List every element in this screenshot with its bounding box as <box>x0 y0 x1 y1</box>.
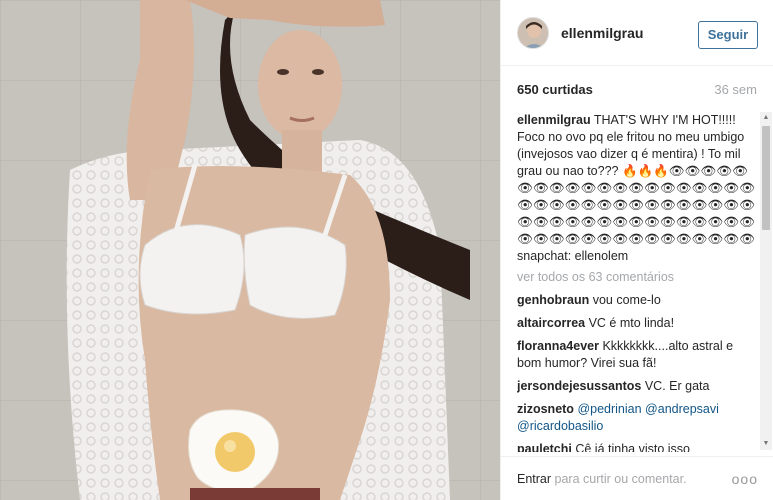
comment-item: zizosneto @pedrinian @andrepsavi @ricard… <box>517 401 757 435</box>
post-photo-illustration <box>0 0 500 500</box>
mention-link[interactable]: @ricardobasilio <box>517 419 603 433</box>
comment-text: vou come-lo <box>592 293 661 307</box>
login-prompt-text: para curtir ou comentar. <box>554 471 687 486</box>
post-footer: Entrar para curtir ou comentar. ooo <box>501 456 773 500</box>
comment-item: jersondejesussantos VC. Er gata <box>517 378 757 395</box>
avatar[interactable] <box>517 16 549 49</box>
comment-text: VC. Er gata <box>644 379 710 393</box>
comment-username[interactable]: floranna4ever <box>517 339 599 353</box>
follow-button[interactable]: Seguir <box>698 21 758 49</box>
mention-link[interactable]: @andrepsavi <box>645 402 719 416</box>
view-all-comments-link[interactable]: ver todos os 63 comentários <box>517 269 757 286</box>
comment-username[interactable]: altaircorrea <box>517 316 585 330</box>
comments-scrollbar[interactable]: ▲ ▼ <box>760 112 772 450</box>
post-time[interactable]: 36 sem <box>714 82 757 97</box>
comment-username[interactable]: pauletchi <box>517 442 572 452</box>
comment-item: genhobraun vou come-lo <box>517 292 757 309</box>
more-options-icon[interactable]: ooo <box>732 471 758 487</box>
comment-username[interactable]: zizosneto <box>517 402 574 416</box>
post-stats: 650 curtidas 36 sem <box>517 82 757 100</box>
comment-text: VC é mto linda! <box>588 316 675 330</box>
caption-username[interactable]: ellenmilgrau <box>517 113 591 127</box>
post-details-panel: ellenmilgrau Seguir 650 curtidas 36 sem … <box>500 0 773 500</box>
comment-username[interactable]: genhobraun <box>517 293 589 307</box>
comment-item: altaircorrea VC é mto linda! <box>517 315 757 332</box>
scrollbar-thumb[interactable] <box>762 126 770 230</box>
scroll-down-arrow-icon[interactable]: ▼ <box>760 438 772 450</box>
caption: ellenmilgrau THAT'S WHY I'M HOT!!!!! Foc… <box>517 112 757 265</box>
post-header: ellenmilgrau Seguir <box>501 0 773 66</box>
mention-link[interactable]: @pedrinian <box>577 402 641 416</box>
comment-text: Cê já tinha visto isso <box>575 442 690 452</box>
comment-item: pauletchi Cê já tinha visto isso <box>517 441 757 452</box>
likes-count[interactable]: 650 curtidas <box>517 82 593 97</box>
header-username[interactable]: ellenmilgrau <box>561 25 643 41</box>
scroll-up-arrow-icon[interactable]: ▲ <box>760 112 772 124</box>
post-photo[interactable] <box>0 0 500 500</box>
comments-list: ellenmilgrau THAT'S WHY I'M HOT!!!!! Foc… <box>517 112 757 452</box>
comment-username[interactable]: jersondejesussantos <box>517 379 641 393</box>
caption-text: THAT'S WHY I'M HOT!!!!! Foco no ovo pq e… <box>517 113 756 263</box>
comment-item: floranna4ever Kkkkkkkk....alto astral e … <box>517 338 757 372</box>
login-link[interactable]: Entrar <box>517 472 551 486</box>
